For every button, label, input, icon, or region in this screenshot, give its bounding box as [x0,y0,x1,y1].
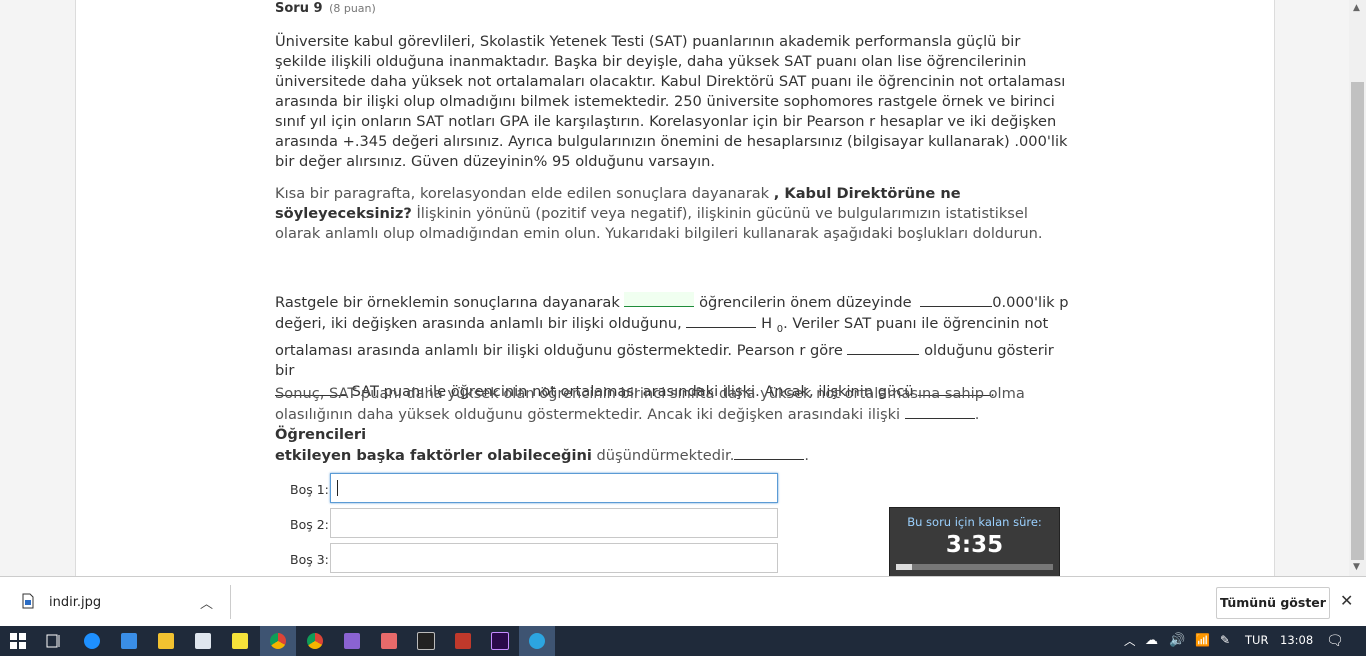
p3-text: . Veriler SAT puanı ile öğrencinin not [783,315,1049,332]
taskbar-sticky-notes[interactable] [222,626,258,656]
p4-bold: Öğrencileri [275,426,367,443]
question-paragraph-1: Üniversite kabul görevlileri, Skolastik … [275,33,1068,170]
p4-text: Sonuç, SAT puanı daha yüksek olan öğrenc… [275,385,1025,402]
chevron-up-icon[interactable]: ︿ [1124,633,1136,649]
paragraph-2-text: Kısa bir paragrafta, korelasyondan elde … [275,185,774,202]
p4-bold: etkileyen başka faktörler olabileceğini [275,447,592,464]
conclusion-paragraph: Sonuç, SAT puanı daha yüksek olan öğrenc… [275,384,1075,466]
blank-1-input[interactable] [330,473,778,503]
blank-7 [904,404,975,419]
text-caret [337,480,338,496]
edge-icon [84,633,100,649]
telegram-icon [529,633,545,649]
download-item[interactable]: indir.jpg ︿ [14,587,230,617]
store-icon [195,633,211,649]
p3-text: öğrencilerin önem düzeyinde [699,294,917,311]
question-paragraph-2: Kısa bir paragrafta, korelasyondan elde … [275,184,1075,244]
windows-icon [10,633,26,649]
taskbar-store[interactable] [185,626,221,656]
taskbar-visual-studio[interactable] [334,626,370,656]
task-view-button[interactable] [36,626,72,656]
scroll-down-arrow-icon[interactable]: ▼ [1353,562,1360,572]
blank-3 [686,313,757,328]
taskbar-mail[interactable] [111,626,147,656]
file-icon [22,593,34,609]
p4-text: olasılığının daha yüksek olduğunu göster… [275,406,905,423]
p3-text: H [756,315,777,332]
timer-value: 3:35 [945,532,1004,558]
taskbar-telegram[interactable] [519,626,555,656]
blank-1 [624,292,695,307]
question-number: Soru 9 [275,1,323,16]
taskbar-cmd[interactable] [408,626,444,656]
blank-8 [734,445,805,460]
lambda-icon [455,633,471,649]
mail-icon [121,633,137,649]
terminal-icon [417,632,435,650]
taskbar-paint[interactable] [371,626,407,656]
taskbar: ︿ ☁ 🔊 📶 ✎ TUR 13:08 🗨 [0,626,1366,656]
p3-text: değeri, iki değişken arasında anlamlı bi… [275,315,687,332]
scroll-up-arrow-icon[interactable]: ▲ [1353,3,1360,13]
start-button[interactable] [0,626,36,656]
scrollbar-thumb[interactable] [1351,82,1364,560]
volume-icon[interactable]: 🔊 [1169,633,1185,648]
p4-text: . [804,447,809,464]
download-bar: indir.jpg ︿ Tümünü göster ✕ [0,576,1366,627]
chevron-up-icon[interactable]: ︿ [200,593,213,612]
notification-icon[interactable]: 🗨 [1326,633,1344,649]
browser-page: Soru 9 (8 puan) Üniversite kabul görevli… [0,0,1349,576]
timer-progress-bar [896,564,1053,570]
divider [230,585,231,619]
blank-3-input[interactable] [330,543,778,573]
question-points: (8 puan) [329,2,376,15]
blank-4 [847,340,920,355]
close-icon[interactable]: ✕ [1340,591,1353,610]
p3-text: 0.000'lik p [992,294,1069,311]
question-title: Soru 9 (8 puan) [275,1,376,16]
wifi-icon[interactable]: 📶 [1195,633,1210,647]
blank-1-label: Boş 1: [290,482,329,497]
folder-icon [158,633,174,649]
blank-2-input[interactable] [330,508,778,538]
paint-icon [381,633,397,649]
p4-text: . [974,406,980,423]
visual-studio-icon [344,633,360,649]
sticky-notes-icon [232,633,248,649]
taskbar-premiere[interactable] [482,626,518,656]
taskbar-app-lambda[interactable] [445,626,481,656]
cloud-icon[interactable]: ☁ [1145,633,1158,648]
chrome-icon [270,633,286,649]
task-view-icon [46,634,60,648]
premiere-icon [491,632,509,650]
timer-caption: Bu soru için kalan süre: [907,515,1042,529]
p3-text: ortalaması arasında anlamlı bir ilişki o… [275,341,848,359]
pen-icon[interactable]: ✎ [1220,633,1230,647]
language-indicator[interactable]: TUR [1245,633,1268,647]
blank-2-label: Boş 2: [290,517,329,532]
p4-text: düşündürmektedir. [591,447,735,464]
chrome-icon [307,633,323,649]
taskbar-explorer[interactable] [148,626,184,656]
taskbar-edge[interactable] [74,626,110,656]
question-timer: Bu soru için kalan süre: 3:35 [889,507,1060,576]
clock[interactable]: 13:08 [1280,633,1313,647]
p3-text: Rastgele bir örneklemin sonuçlarına daya… [275,294,625,311]
blank-3-label: Boş 3: [290,552,329,567]
page-scrollbar[interactable]: ▲ ▼ [1349,0,1366,576]
download-filename: indir.jpg [49,595,102,610]
taskbar-chrome-2[interactable] [297,626,333,656]
blank-2 [920,292,993,307]
show-all-button[interactable]: Tümünü göster [1216,587,1330,619]
timer-progress-fill [896,564,912,570]
taskbar-chrome[interactable] [260,626,296,656]
